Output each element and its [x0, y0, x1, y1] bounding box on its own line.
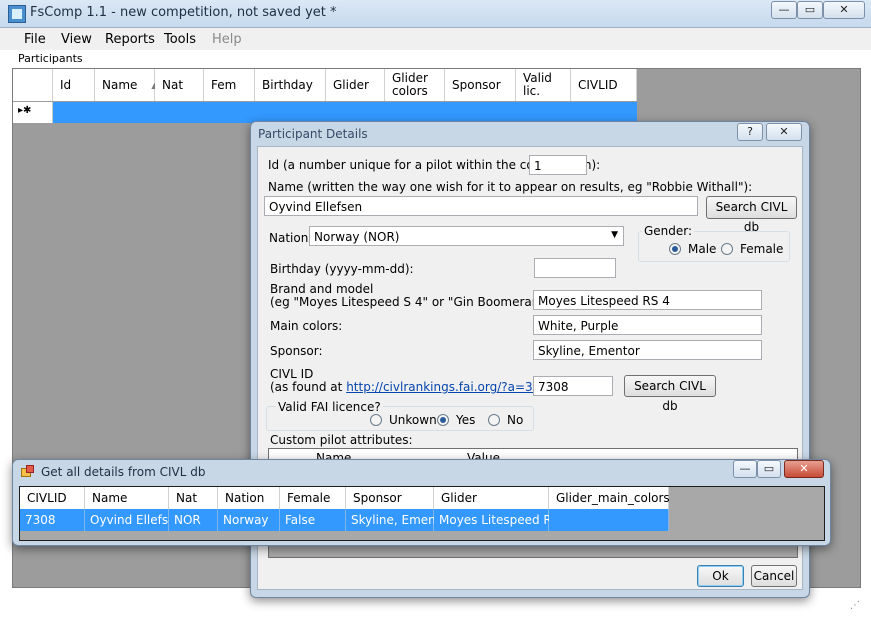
civl-cell-female[interactable]: False — [280, 509, 346, 531]
nation-label: Nation: — [269, 231, 313, 245]
grid-new-row[interactable] — [13, 102, 637, 123]
col-id[interactable]: Id — [53, 69, 95, 101]
dialog-help-button[interactable]: ? — [737, 123, 763, 141]
civl-col-sponsor[interactable]: Sponsor — [346, 487, 434, 509]
size-grip-icon[interactable]: ⋰ — [850, 600, 860, 611]
civl-rankings-link[interactable]: http://civlrankings.fai.org/?a=306 — [346, 380, 548, 394]
female-radio[interactable] — [721, 243, 733, 255]
civl-maximize-button[interactable]: ▭ — [757, 460, 781, 478]
name-input[interactable]: Oyvind Ellefsen — [264, 196, 698, 216]
minimize-button[interactable]: — — [771, 1, 797, 19]
brand-input[interactable]: Moyes Litespeed RS 4 — [533, 290, 762, 310]
civl-close-button[interactable]: ✕ — [784, 460, 824, 478]
civl-col-name[interactable]: Name — [85, 487, 169, 509]
menu-tools[interactable]: Tools — [164, 32, 196, 47]
menu-file[interactable]: File — [24, 32, 46, 47]
civl-cell-civlid[interactable]: 7308 — [20, 509, 85, 531]
col-birthday[interactable]: Birthday — [255, 69, 326, 101]
licence-label: Valid FAI licence? — [276, 400, 383, 414]
sponsor-label: Sponsor: — [270, 344, 323, 358]
civl-label-line1: CIVL ID — [270, 367, 314, 381]
menu-help[interactable]: Help — [212, 32, 242, 47]
menu-reports[interactable]: Reports — [105, 32, 155, 47]
dialog-close-button[interactable]: ✕ — [766, 123, 802, 141]
civl-cell-name[interactable]: Oyvind Ellefsen — [85, 509, 183, 531]
new-row-indicator: ▸✱ — [13, 102, 53, 123]
col-name[interactable]: Name▲ — [95, 69, 158, 101]
civl-window-icon — [21, 465, 35, 479]
nation-select[interactable]: Norway (NOR) ▼ — [309, 226, 624, 246]
male-label: Male — [688, 242, 717, 256]
civl-col-nat[interactable]: Nat — [169, 487, 218, 509]
licence-yes-radio[interactable] — [437, 414, 449, 426]
close-button[interactable]: ✕ — [823, 1, 865, 19]
civl-col-female[interactable]: Female — [280, 487, 346, 509]
search-civl-button-2[interactable]: Search CIVL db — [624, 375, 716, 413]
colors-input[interactable]: White, Purple — [533, 315, 762, 335]
civl-cell-nat[interactable]: NOR — [169, 509, 218, 531]
window-title: FsComp 1.1 - new competition, not saved … — [30, 5, 337, 20]
brand-label-line1: Brand and model — [270, 282, 374, 296]
col-valid-lic[interactable]: Valid lic. — [516, 69, 571, 101]
maximize-button[interactable]: ▭ — [797, 1, 823, 19]
female-label: Female — [740, 242, 784, 256]
male-radio[interactable] — [669, 243, 681, 255]
civl-col-nation[interactable]: Nation — [218, 487, 280, 509]
ok-button[interactable]: Ok — [697, 565, 744, 587]
chevron-down-icon: ▼ — [611, 230, 618, 240]
civl-minimize-button[interactable]: — — [733, 460, 757, 478]
civl-label-prefix: (as found at — [270, 380, 347, 394]
col-name-label: Name — [102, 77, 138, 92]
civl-cell-glider-main-colors[interactable] — [549, 509, 669, 531]
birthday-label: Birthday (yyyy-mm-dd): — [270, 262, 414, 276]
custom-attributes-label: Custom pilot attributes: — [270, 433, 413, 447]
licence-no-label: No — [507, 413, 524, 427]
menu-view[interactable]: View — [61, 32, 92, 47]
custom-col-name[interactable]: Name — [316, 451, 351, 459]
civl-cell-nation[interactable]: Norway — [218, 509, 280, 531]
col-glider[interactable]: Glider — [326, 69, 385, 101]
col-nat[interactable]: Nat — [155, 69, 204, 101]
gender-label: Gender: — [642, 224, 695, 238]
licence-no-radio[interactable] — [488, 414, 500, 426]
custom-attributes-header: Name Value — [269, 449, 797, 459]
custom-col-value[interactable]: Value — [467, 451, 500, 459]
col-glider-colors[interactable]: Glider colors — [385, 69, 445, 101]
civl-cell-sponsor[interactable]: Skyline, Ementor — [346, 509, 453, 531]
col-fem[interactable]: Fem — [204, 69, 255, 101]
licence-yes-label: Yes — [456, 413, 476, 427]
civl-col-glider[interactable]: Glider — [434, 487, 549, 509]
civl-cell-glider[interactable]: Moyes Litespeed RS 4 — [434, 509, 571, 531]
civl-label-line2: (as found at http://civlrankings.fai.org… — [270, 380, 557, 394]
colors-label: Main colors: — [270, 319, 343, 333]
id-input[interactable]: 1 — [529, 155, 587, 175]
col-civlid[interactable]: CIVLID — [571, 69, 637, 101]
participants-label: Participants — [18, 52, 83, 65]
birthday-input[interactable] — [534, 258, 616, 278]
name-label: Name (written the way one wish for it to… — [268, 180, 753, 194]
licence-unknown-radio[interactable] — [370, 414, 382, 426]
civl-col-civlid[interactable]: CIVLID — [20, 487, 85, 509]
dialog-title: Participant Details — [258, 127, 368, 141]
cancel-button[interactable]: Cancel — [751, 565, 797, 587]
sponsor-input[interactable]: Skyline, Ementor — [533, 340, 762, 360]
grid-header-corner — [13, 69, 53, 101]
civl-window-title: Get all details from CIVL db — [41, 465, 206, 479]
app-icon — [8, 5, 26, 23]
civl-col-glider-main-colors[interactable]: Glider_main_colors — [549, 487, 670, 509]
col-sponsor[interactable]: Sponsor — [445, 69, 516, 101]
licence-unknown-label: Unkown — [389, 413, 437, 427]
civl-id-input[interactable]: 7308 — [533, 376, 613, 396]
search-civl-button[interactable]: Search CIVL db — [706, 196, 797, 234]
nation-select-value: Norway (NOR) — [314, 230, 400, 244]
